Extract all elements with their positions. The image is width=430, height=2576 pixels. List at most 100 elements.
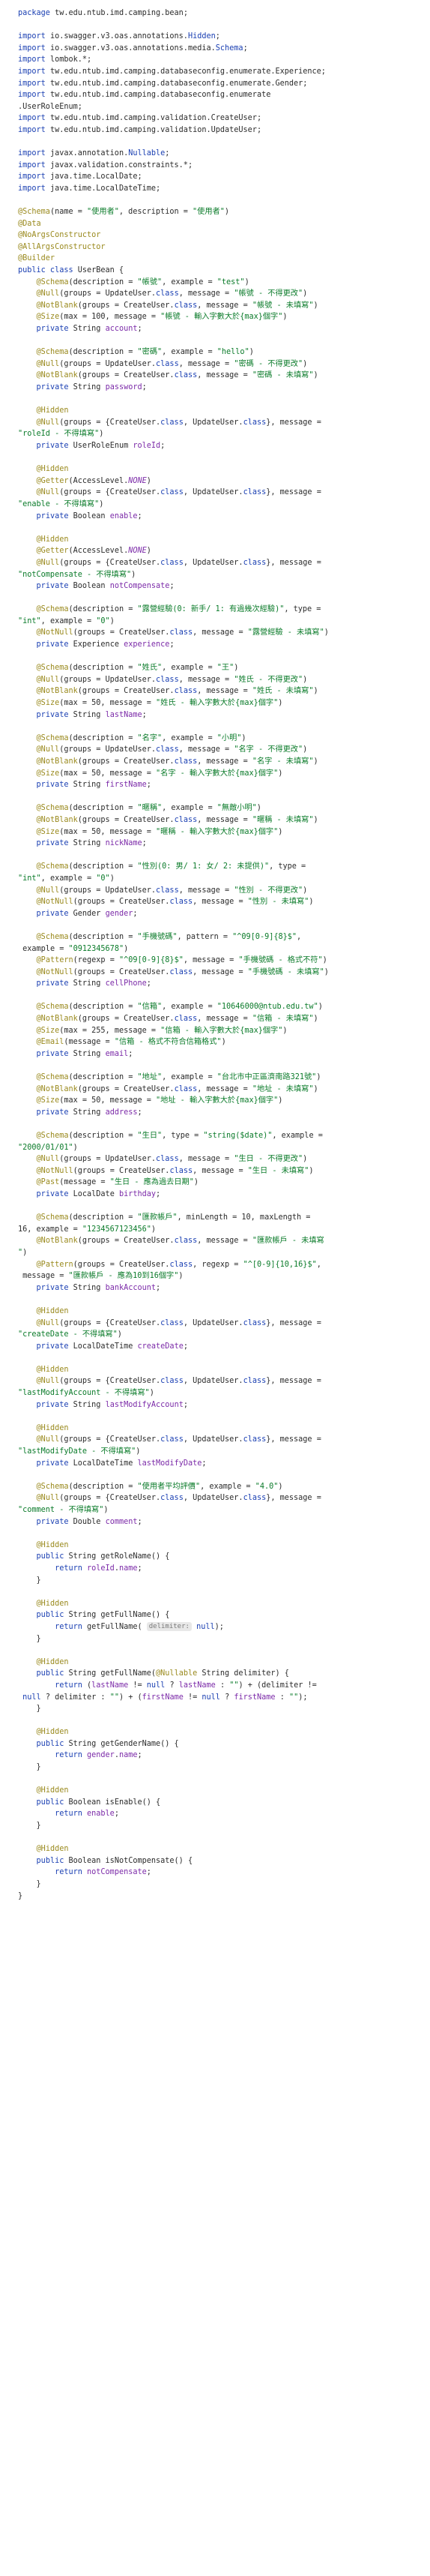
code-line[interactable]: public String getFullName(@Nullable Stri… bbox=[18, 1668, 423, 1680]
code-line[interactable]: @Size(max = 50, message = "暱稱 - 輸入字數大於{m… bbox=[18, 826, 423, 838]
code-line[interactable]: @Hidden bbox=[18, 1598, 423, 1610]
code-line[interactable] bbox=[18, 721, 423, 733]
code-line[interactable] bbox=[18, 1294, 423, 1306]
code-line[interactable]: "lastModifyAccount - 不得填寫") bbox=[18, 1387, 423, 1399]
code-line[interactable]: } bbox=[18, 1820, 423, 1832]
code-line[interactable] bbox=[18, 791, 423, 803]
code-line[interactable]: @Schema(name = "使用者", description = "使用者… bbox=[18, 206, 423, 218]
code-line[interactable]: "enable - 不得填寫") bbox=[18, 499, 423, 511]
code-line[interactable]: import javax.annotation.Nullable; bbox=[18, 148, 423, 160]
code-line[interactable] bbox=[18, 1832, 423, 1844]
code-line[interactable] bbox=[18, 394, 423, 406]
code-line[interactable]: @Null(groups = {CreateUser.class, Update… bbox=[18, 417, 423, 429]
code-line[interactable]: private String email; bbox=[18, 1048, 423, 1060]
code-line[interactable] bbox=[18, 335, 423, 347]
code-line[interactable]: import io.swagger.v3.oas.annotations.med… bbox=[18, 43, 423, 55]
code-line[interactable]: import java.time.LocalDate; bbox=[18, 171, 423, 183]
code-line[interactable]: @Schema(description = "性別(0: 男/ 1: 女/ 2:… bbox=[18, 861, 423, 873]
code-line[interactable] bbox=[18, 1715, 423, 1727]
code-line[interactable]: private Experience experience; bbox=[18, 639, 423, 651]
code-line[interactable]: @AllArgsConstructor bbox=[18, 241, 423, 253]
code-line[interactable]: "int", example = "0") bbox=[18, 873, 423, 885]
code-line[interactable] bbox=[18, 1411, 423, 1423]
code-editor[interactable]: package tw.edu.ntub.imd.camping.bean; imp… bbox=[0, 0, 430, 2576]
code-line[interactable]: @NotBlank(groups = CreateUser.class, mes… bbox=[18, 685, 423, 697]
code-line[interactable]: private String nickName; bbox=[18, 838, 423, 850]
code-line[interactable]: @NotBlank(groups = CreateUser.class, mes… bbox=[18, 1013, 423, 1025]
code-line[interactable] bbox=[18, 1586, 423, 1598]
code-line[interactable]: private String cellPhone; bbox=[18, 978, 423, 990]
code-line[interactable] bbox=[18, 452, 423, 464]
code-line[interactable]: @Schema(description = "生日", type = "stri… bbox=[18, 1130, 423, 1142]
code-line[interactable]: @Size(max = 100, message = "帳號 - 輸入字數大於{… bbox=[18, 311, 423, 323]
code-line[interactable]: @Pattern(groups = CreateUser.class, rege… bbox=[18, 1259, 423, 1271]
code-line[interactable]: return (lastName != null ? lastName : ""… bbox=[18, 1680, 423, 1692]
code-line[interactable]: @Hidden bbox=[18, 1843, 423, 1855]
code-line[interactable]: @Getter(AccessLevel.NONE) bbox=[18, 475, 423, 487]
code-line[interactable]: private LocalDateTime createDate; bbox=[18, 1341, 423, 1353]
code-line[interactable]: @Null(groups = {CreateUser.class, Update… bbox=[18, 1492, 423, 1504]
code-line[interactable]: @Size(max = 255, message = "信箱 - 輸入字數大於{… bbox=[18, 1025, 423, 1037]
code-line[interactable]: import tw.edu.ntub.imd.camping.validatio… bbox=[18, 112, 423, 124]
code-line[interactable]: @Email(message = "信箱 - 格式不符合信箱格式") bbox=[18, 1036, 423, 1048]
code-line[interactable]: "int", example = "0") bbox=[18, 616, 423, 628]
code-line[interactable]: @Hidden bbox=[18, 463, 423, 475]
code-line[interactable]: ") bbox=[18, 1247, 423, 1259]
code-line[interactable]: import tw.edu.ntub.imd.camping.databasec… bbox=[18, 89, 423, 101]
code-line[interactable]: public String getGenderName() { bbox=[18, 1738, 423, 1750]
code-line[interactable]: @NotBlank(groups = CreateUser.class, mes… bbox=[18, 370, 423, 382]
code-line[interactable]: } bbox=[18, 1575, 423, 1587]
code-line[interactable]: "comment - 不得填寫") bbox=[18, 1504, 423, 1516]
code-line[interactable]: @Null(groups = {CreateUser.class, Update… bbox=[18, 487, 423, 499]
code-line[interactable]: "notCompensate - 不得填寫") bbox=[18, 569, 423, 581]
code-line[interactable]: private LocalDate birthday; bbox=[18, 1189, 423, 1201]
code-line[interactable]: @Hidden bbox=[18, 1423, 423, 1435]
code-line[interactable]: } bbox=[18, 1879, 423, 1891]
code-line[interactable]: @Schema(description = "匯款帳戶", minLength … bbox=[18, 1212, 423, 1224]
code-line[interactable]: public Boolean isNotCompensate() { bbox=[18, 1855, 423, 1867]
code-line[interactable] bbox=[18, 522, 423, 534]
code-line[interactable]: return roleId.name; bbox=[18, 1563, 423, 1575]
code-line[interactable]: @Null(groups = {CreateUser.class, Update… bbox=[18, 557, 423, 569]
code-line[interactable]: @NotBlank(groups = CreateUser.class, mes… bbox=[18, 814, 423, 826]
code-line[interactable]: @Null(groups = UpdateUser.class, message… bbox=[18, 1153, 423, 1165]
code-line[interactable]: @Hidden bbox=[18, 405, 423, 417]
code-line[interactable]: import tw.edu.ntub.imd.camping.validatio… bbox=[18, 124, 423, 136]
code-line[interactable]: @NotBlank(groups = CreateUser.class, mes… bbox=[18, 756, 423, 768]
code-line[interactable]: @Null(groups = UpdateUser.class, message… bbox=[18, 674, 423, 686]
code-line[interactable]: import lombok.*; bbox=[18, 54, 423, 66]
code-line[interactable]: "lastModifyDate - 不得填寫") bbox=[18, 1446, 423, 1458]
code-line[interactable]: } bbox=[18, 1891, 423, 1903]
code-line[interactable] bbox=[18, 19, 423, 31]
code-line[interactable] bbox=[18, 1118, 423, 1130]
code-line[interactable]: example = "0912345678") bbox=[18, 943, 423, 955]
code-line[interactable]: private Gender gender; bbox=[18, 908, 423, 920]
code-line[interactable]: public String getRoleName() { bbox=[18, 1551, 423, 1563]
code-line[interactable]: private String firstName; bbox=[18, 779, 423, 791]
code-line[interactable]: return enable; bbox=[18, 1808, 423, 1820]
code-line[interactable] bbox=[18, 1060, 423, 1072]
code-line[interactable]: private Boolean notCompensate; bbox=[18, 580, 423, 592]
code-line[interactable]: @Hidden bbox=[18, 1657, 423, 1669]
code-line[interactable]: @Data bbox=[18, 218, 423, 230]
code-line[interactable]: @Size(max = 50, message = "名字 - 輸入字數大於{m… bbox=[18, 768, 423, 780]
code-line[interactable]: @Pattern(regexp = "^09[0-9]{8}$", messag… bbox=[18, 955, 423, 967]
code-line[interactable]: @Null(groups = UpdateUser.class, message… bbox=[18, 744, 423, 756]
code-line[interactable]: private Boolean enable; bbox=[18, 511, 423, 523]
code-line[interactable]: .UserRoleEnum; bbox=[18, 101, 423, 113]
code-line[interactable]: private String lastName; bbox=[18, 709, 423, 721]
code-line[interactable]: return getFullName( delimiter: null); bbox=[18, 1621, 423, 1633]
code-line[interactable]: @Hidden bbox=[18, 534, 423, 546]
code-line[interactable] bbox=[18, 1528, 423, 1540]
code-line[interactable]: import io.swagger.v3.oas.annotations.Hid… bbox=[18, 31, 423, 43]
code-line[interactable] bbox=[18, 850, 423, 862]
code-line[interactable] bbox=[18, 1352, 423, 1364]
code-line[interactable] bbox=[18, 1774, 423, 1786]
code-line[interactable]: @Schema(description = "姓氏", example = "王… bbox=[18, 662, 423, 674]
code-line[interactable]: @Hidden bbox=[18, 1540, 423, 1552]
code-line[interactable]: @Past(message = "生日 - 應為過去日期") bbox=[18, 1177, 423, 1189]
code-line[interactable]: return notCompensate; bbox=[18, 1867, 423, 1879]
code-line[interactable]: "roleId - 不得填寫") bbox=[18, 428, 423, 440]
code-line[interactable]: @Schema(description = "使用者平均評價", example… bbox=[18, 1481, 423, 1493]
code-line[interactable]: @Schema(description = "地址", example = "台… bbox=[18, 1072, 423, 1084]
